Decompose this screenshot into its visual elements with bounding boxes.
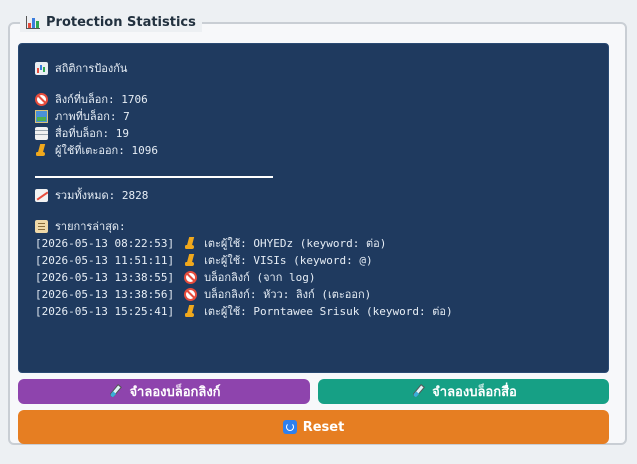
log-text: เตะผู้ใช้: VISIs (keyword: @) [204, 254, 373, 267]
reset-label: Reset [302, 419, 345, 435]
stats-divider [35, 176, 273, 178]
stat-row-kicked: ผู้ใช้ที่เตะออก: 1096 [35, 142, 158, 158]
ban-icon [35, 92, 48, 106]
log-entry: [2026-05-13 13:38:56] บล็อกลิงก์: หัวว: … [35, 286, 371, 302]
log-text: บล็อกลิงก์ (จาก log) [204, 271, 316, 284]
stat-media-text: สื่อที่บล็อก: 19 [55, 127, 130, 140]
log-text: บล็อกลิงก์: หัวว: ลิงก์ (เตะออก) [204, 288, 372, 301]
legend-title: Protection Statistics [46, 14, 196, 30]
boot-icon [35, 144, 48, 157]
stat-links-text: ลิงก์ที่บล็อก: 1706 [55, 93, 148, 106]
log-timestamp: [2026-05-13 11:51:11] [35, 253, 175, 267]
boot-icon [184, 237, 197, 250]
stats-heading-text: สถิติการป้องกัน [55, 62, 128, 75]
log-text: เตะผู้ใช้: Porntawee Srisuk (keyword: ต่… [204, 305, 453, 318]
log-entry: [2026-05-13 15:25:41] เตะผู้ใช้: Porntaw… [35, 303, 453, 319]
stat-row-images: ภาพที่บล็อก: 7 [35, 108, 130, 124]
boot-icon [184, 305, 197, 318]
picture-icon [35, 109, 48, 123]
simulate-media-block-button[interactable]: จำลองบล็อกสื่อ [318, 379, 609, 404]
log-timestamp: [2026-05-13 13:38:55] [35, 270, 175, 284]
simulate-link-label: จำลองบล็อกลิงก์ [129, 385, 221, 400]
log-entry: [2026-05-13 11:51:11] เตะผู้ใช้: VISIs (… [35, 252, 373, 268]
stat-row-media: สื่อที่บล็อก: 19 [35, 125, 129, 141]
trend-chart-icon [35, 188, 48, 202]
stat-images-text: ภาพที่บล็อก: 7 [55, 110, 130, 123]
log-timestamp: [2026-05-13 13:38:56] [35, 287, 175, 301]
stat-row-links: ลิงก์ที่บล็อก: 1706 [35, 91, 148, 107]
stats-log-panel: สถิติการป้องกัน ลิงก์ที่บล็อก: 1706 ภาพท… [18, 43, 609, 373]
refresh-icon [282, 420, 297, 434]
log-timestamp: [2026-05-13 08:22:53] [35, 236, 175, 250]
stat-kicked-text: ผู้ใช้ที่เตะออก: 1096 [55, 144, 158, 157]
simulate-media-label: จำลองบล็อกสื่อ [432, 385, 517, 400]
stat-total: รวมทั้งหมด: 2828 [35, 187, 148, 203]
media-stack-icon [35, 126, 48, 140]
simulate-link-block-button[interactable]: จำลองบล็อกลิงก์ [18, 379, 310, 404]
test-tube-icon [107, 384, 123, 400]
reset-button[interactable]: Reset [18, 410, 609, 444]
recent-heading: รายการล่าสุด: [35, 218, 126, 234]
stat-total-text: รวมทั้งหมด: 2828 [55, 189, 149, 202]
test-tube-icon [410, 384, 426, 400]
fieldset-legend: Protection Statistics [20, 12, 202, 32]
log-timestamp: [2026-05-13 15:25:41] [35, 304, 175, 318]
recent-heading-text: รายการล่าสุด: [55, 220, 126, 233]
ban-icon [184, 270, 198, 284]
bar-chart-icon [35, 61, 48, 75]
log-entry: [2026-05-13 08:22:53] เตะผู้ใช้: OHYEDz … [35, 235, 386, 251]
stats-heading: สถิติการป้องกัน [35, 60, 127, 76]
bar-chart-icon [26, 15, 40, 29]
scroll-icon [35, 219, 48, 233]
log-entry: [2026-05-13 13:38:55] บล็อกลิงก์ (จาก lo… [35, 269, 315, 285]
ban-icon [184, 287, 198, 301]
log-text: เตะผู้ใช้: OHYEDz (keyword: ต่อ) [204, 237, 387, 250]
boot-icon [184, 254, 197, 267]
